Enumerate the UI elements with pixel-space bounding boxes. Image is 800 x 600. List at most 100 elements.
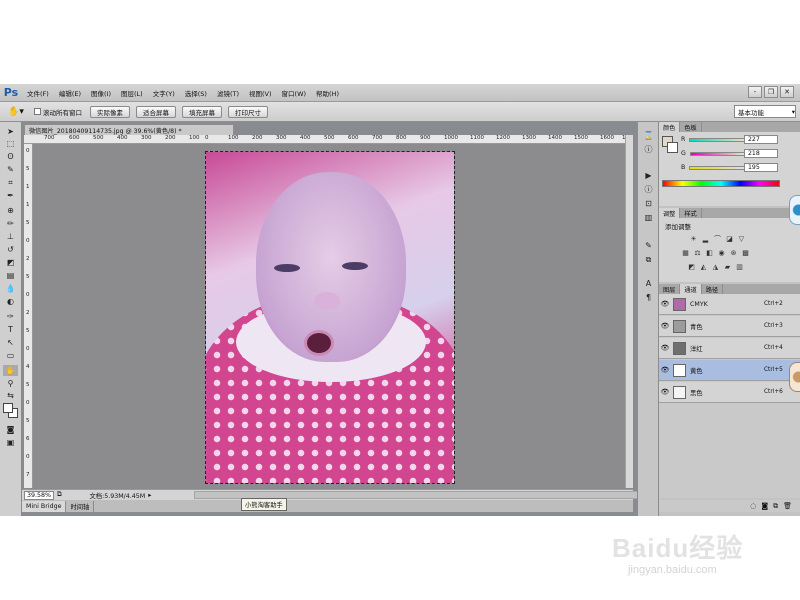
document-tab[interactable]: 微信图片_20180409114735.jpg @ 39.6%(黄色/8) * bbox=[24, 124, 234, 135]
load-selection-icon[interactable]: ◌ bbox=[750, 502, 756, 510]
hue-icon[interactable]: ▦ bbox=[681, 248, 690, 257]
tab-swatches[interactable]: 色板 bbox=[680, 122, 702, 132]
workspace-select[interactable]: 基本功能 ▾ bbox=[734, 105, 796, 118]
delete-channel-icon[interactable]: 🗑 bbox=[783, 502, 792, 510]
blue-value[interactable]: 195 bbox=[744, 163, 778, 172]
black-white-icon[interactable]: ◧ bbox=[705, 248, 714, 257]
blue-slider[interactable] bbox=[689, 165, 750, 170]
menu-item-image[interactable]: 图像(I) bbox=[86, 88, 116, 98]
actions-panel-icon[interactable]: ▶ bbox=[642, 170, 655, 181]
blur-tool-icon[interactable]: 💧 bbox=[3, 283, 18, 294]
restore-button[interactable]: ❐ bbox=[764, 86, 778, 98]
move-tool-icon[interactable]: ➤ bbox=[3, 126, 18, 137]
brush-panel-icon[interactable]: ✎ bbox=[642, 240, 655, 251]
fill-screen-button[interactable]: 填充屏幕 bbox=[182, 105, 222, 118]
menu-item-filter[interactable]: 滤镜(T) bbox=[212, 88, 244, 98]
lasso-tool-icon[interactable]: ʘ bbox=[3, 151, 18, 162]
vibrance-icon[interactable]: ▽ bbox=[737, 234, 746, 243]
color-spectrum[interactable] bbox=[662, 180, 780, 187]
properties-panel-icon[interactable]: ⓘ bbox=[642, 144, 655, 155]
info-panel-icon[interactable]: ⓘ bbox=[642, 184, 655, 195]
eyedropper-tool-icon[interactable]: ✒ bbox=[3, 190, 18, 201]
menu-item-type[interactable]: 文字(Y) bbox=[148, 88, 180, 98]
clone-stamp-tool-icon[interactable]: ⊥ bbox=[3, 231, 18, 242]
exposure-icon[interactable]: ◪ bbox=[725, 234, 734, 243]
history-brush-tool-icon[interactable]: ↺ bbox=[3, 244, 18, 255]
scroll-all-checkbox[interactable] bbox=[34, 108, 41, 115]
hand-icon[interactable]: ✋▾ bbox=[4, 104, 28, 120]
brightness-icon[interactable]: ☀ bbox=[689, 234, 698, 243]
eye-icon[interactable]: 👁 bbox=[659, 388, 671, 396]
curves-icon[interactable]: ⌒ bbox=[713, 234, 722, 243]
hand-tool-icon[interactable]: ✋ bbox=[3, 365, 18, 376]
floating-avatar-icon[interactable] bbox=[789, 362, 800, 392]
crop-tool-icon[interactable]: ⌗ bbox=[3, 177, 18, 188]
quick-mask-icon[interactable]: ◙ bbox=[3, 424, 18, 435]
eraser-tool-icon[interactable]: ◩ bbox=[3, 257, 18, 268]
levels-icon[interactable]: ▂ bbox=[701, 234, 710, 243]
selective-color-icon[interactable]: ▥ bbox=[735, 262, 744, 271]
tab-layers[interactable]: 图层 bbox=[659, 284, 681, 294]
channel-row-magenta[interactable]: 👁 洋红 Ctrl+4 bbox=[659, 338, 800, 359]
zoom-field[interactable]: 39.58% bbox=[24, 490, 54, 500]
type-tool-icon[interactable]: T bbox=[3, 324, 18, 335]
menu-item-layer[interactable]: 图层(L) bbox=[116, 88, 148, 98]
zoom-tool-icon[interactable]: ⚲ bbox=[3, 378, 18, 389]
quick-select-tool-icon[interactable]: ✎ bbox=[3, 164, 18, 175]
healing-brush-tool-icon[interactable]: ⊕ bbox=[3, 205, 18, 216]
tab-paths[interactable]: 路径 bbox=[702, 284, 724, 294]
marquee-tool-icon[interactable]: ⬚ bbox=[3, 138, 18, 149]
save-selection-icon[interactable]: ◙ bbox=[761, 502, 768, 510]
invert-icon[interactable]: ◩ bbox=[687, 262, 696, 271]
brush-tool-icon[interactable]: ✏ bbox=[3, 218, 18, 229]
tab-color[interactable]: 颜色 bbox=[659, 122, 681, 132]
posterize-icon[interactable]: ◭ bbox=[699, 262, 708, 271]
gradient-map-icon[interactable]: ▰ bbox=[723, 262, 732, 271]
color-balance-icon[interactable]: ⚖ bbox=[693, 248, 702, 257]
navigator-panel-icon[interactable]: ⊡ bbox=[642, 198, 655, 209]
chevron-right-icon[interactable]: ▸ bbox=[148, 492, 151, 499]
channel-row-cyan[interactable]: 👁 青色 Ctrl+3 bbox=[659, 316, 800, 337]
tab-timeline[interactable]: 时间轴 bbox=[66, 500, 95, 512]
eye-icon[interactable]: 👁 bbox=[659, 322, 671, 330]
tab-channels[interactable]: 通道 bbox=[680, 284, 702, 294]
tab-adjustments[interactable]: 调整 bbox=[659, 208, 681, 218]
path-select-tool-icon[interactable]: ↖ bbox=[3, 337, 18, 348]
close-button[interactable]: ✕ bbox=[780, 86, 794, 98]
histogram-panel-icon[interactable]: ▥ bbox=[642, 212, 655, 223]
history-panel-icon[interactable]: ⌛ bbox=[642, 130, 655, 141]
export-icon[interactable]: ⧉ bbox=[57, 491, 62, 499]
menu-item-window[interactable]: 窗口(W) bbox=[277, 88, 312, 98]
actual-pixels-button[interactable]: 实际像素 bbox=[90, 105, 130, 118]
foreground-color-swatch[interactable] bbox=[3, 403, 13, 413]
shape-tool-icon[interactable]: ▭ bbox=[3, 350, 18, 361]
screen-mode-icon[interactable]: ▣ bbox=[3, 437, 18, 448]
dodge-tool-icon[interactable]: ◐ bbox=[3, 296, 18, 307]
bg-color-swatch[interactable] bbox=[667, 142, 678, 153]
eye-icon[interactable]: 👁 bbox=[659, 366, 671, 374]
minimize-button[interactable]: - bbox=[748, 86, 762, 98]
gradient-tool-icon[interactable]: ▤ bbox=[3, 270, 18, 281]
print-size-button[interactable]: 打印尺寸 bbox=[228, 105, 268, 118]
vertical-scrollbar[interactable] bbox=[625, 135, 633, 488]
menu-item-file[interactable]: 文件(F) bbox=[22, 88, 54, 98]
green-value[interactable]: 218 bbox=[744, 149, 778, 158]
photo-filter-icon[interactable]: ◉ bbox=[717, 248, 726, 257]
red-value[interactable]: 227 bbox=[744, 135, 778, 144]
color-lookup-icon[interactable]: ▩ bbox=[741, 248, 750, 257]
menu-item-edit[interactable]: 编辑(E) bbox=[54, 88, 86, 98]
eye-icon[interactable]: 👁 bbox=[659, 344, 671, 352]
pen-tool-icon[interactable]: ✑ bbox=[3, 311, 18, 322]
menu-item-help[interactable]: 帮助(H) bbox=[311, 88, 344, 98]
clone-source-panel-icon[interactable]: ⧉ bbox=[642, 254, 655, 265]
menu-item-view[interactable]: 视图(V) bbox=[244, 88, 277, 98]
red-slider[interactable] bbox=[689, 137, 750, 142]
channel-row-cmyk[interactable]: 👁 CMYK Ctrl+2 bbox=[659, 294, 800, 315]
swap-colors-icon[interactable]: ⇆ bbox=[3, 390, 18, 401]
paragraph-panel-icon[interactable]: ¶ bbox=[642, 292, 655, 303]
tab-styles[interactable]: 样式 bbox=[680, 208, 702, 218]
floating-assistant-icon[interactable] bbox=[789, 195, 800, 225]
green-slider[interactable] bbox=[689, 151, 750, 156]
eye-icon[interactable]: 👁 bbox=[659, 300, 671, 308]
tab-mini-bridge[interactable]: Mini Bridge bbox=[22, 500, 67, 512]
